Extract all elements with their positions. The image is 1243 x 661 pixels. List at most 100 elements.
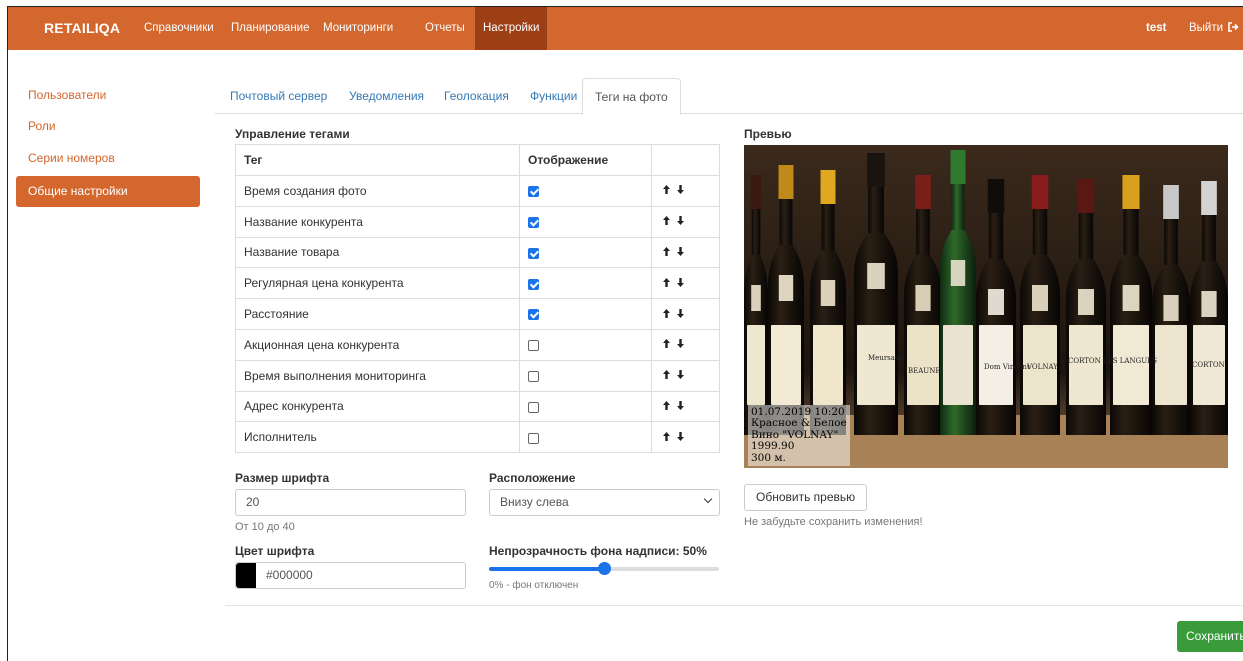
arrow-down-icon[interactable]	[676, 246, 685, 260]
bottle-label-text: VOLNAY	[1026, 363, 1058, 371]
arrow-up-icon[interactable]	[662, 337, 671, 352]
position-select[interactable]: Внизу слева	[489, 489, 720, 516]
arrow-down-icon[interactable]	[676, 308, 685, 322]
tag-name-cell: Исполнитель	[235, 421, 520, 454]
display-checkbox[interactable]	[528, 309, 539, 321]
arrow-down-icon[interactable]	[676, 277, 685, 291]
display-checkbox[interactable]	[528, 247, 539, 259]
display-checkbox[interactable]	[528, 432, 539, 444]
tab-functions[interactable]: Функции	[530, 78, 577, 114]
arrow-down-icon[interactable]	[676, 215, 685, 229]
save-reminder: Не забудьте сохранить изменения!	[744, 516, 923, 528]
font-size-input[interactable]: 20	[235, 489, 466, 516]
table-row: Исполнитель	[235, 421, 720, 454]
color-swatch[interactable]	[236, 563, 256, 588]
font-color-value: #000000	[266, 568, 313, 582]
tag-name-cell: Расстояние	[235, 298, 520, 330]
bottle-label-text: Meursault	[868, 354, 905, 362]
tab-photo-tags[interactable]: Теги на фото	[582, 78, 681, 115]
tag-management-title: Управление тегами	[235, 127, 350, 141]
display-checkbox[interactable]	[528, 340, 539, 352]
tab-mail-server[interactable]: Почтовый сервер	[230, 78, 327, 114]
order-cell	[651, 328, 720, 361]
display-checkbox[interactable]	[528, 217, 539, 229]
settings-tabs: Почтовый сервер Уведомления Геолокация Ф…	[215, 78, 1243, 115]
arrow-up-icon[interactable]	[662, 430, 671, 445]
display-checkbox[interactable]	[528, 371, 539, 382]
arrow-up-icon[interactable]	[662, 399, 671, 414]
tag-name-cell: Время выполнения мониторинга	[235, 359, 520, 392]
sidebar-item-general-settings[interactable]: Общие настройки	[16, 176, 200, 207]
arrow-up-icon[interactable]	[662, 276, 671, 291]
position-label: Расположение	[489, 471, 576, 485]
display-cell	[519, 205, 652, 238]
display-checkbox[interactable]	[528, 401, 539, 413]
order-cell	[651, 267, 720, 300]
sidebar-item-number-series[interactable]: Серии номеров	[16, 143, 200, 174]
position-select-value: Внизу слева	[500, 495, 569, 509]
tab-notifications[interactable]: Уведомления	[349, 78, 424, 114]
display-checkbox[interactable]	[528, 278, 539, 290]
font-color-input[interactable]: #000000	[235, 562, 466, 589]
logout-label: Выйти	[1189, 22, 1224, 34]
column-header-order	[651, 144, 720, 176]
arrow-up-icon[interactable]	[662, 183, 671, 198]
save-button[interactable]: Сохранить	[1177, 621, 1243, 652]
brand-logo[interactable]: RETAILIQA	[44, 7, 120, 50]
logout-link[interactable]: Выйти	[1189, 7, 1239, 50]
display-cell	[519, 421, 652, 454]
bottle-label-text: CORTON LES LA	[1192, 361, 1228, 369]
preview-title: Превью	[744, 127, 792, 141]
overlay-line: 1999.90	[751, 440, 795, 452]
nav-item-monitoring[interactable]: Мониторинги	[315, 7, 401, 50]
order-cell	[651, 359, 720, 392]
arrow-up-icon[interactable]	[662, 245, 671, 260]
chevron-down-icon	[703, 494, 713, 504]
order-cell	[651, 205, 720, 238]
tag-name-cell: Акционная цена конкурента	[235, 328, 520, 361]
table-row: Название товара	[235, 236, 720, 269]
tag-name-cell: Регулярная цена конкурента	[235, 267, 520, 300]
column-header-tag: Тег	[235, 144, 520, 176]
arrow-down-icon[interactable]	[676, 184, 685, 198]
tab-geolocation[interactable]: Геолокация	[444, 78, 509, 114]
nav-item-planning[interactable]: Планирование	[223, 7, 317, 50]
refresh-preview-button[interactable]: Обновить превью	[744, 484, 868, 511]
tag-name-cell: Название товара	[235, 236, 520, 269]
sign-out-icon	[1228, 22, 1239, 32]
app-window: RETAILIQA Справочники Планирование Монит…	[7, 6, 1243, 661]
order-cell	[651, 390, 720, 423]
overlay-line: Красное & Белое	[751, 417, 847, 429]
sidebar-item-roles[interactable]: Роли	[16, 111, 200, 142]
table-row: Регулярная цена конкурента	[235, 267, 720, 300]
nav-item-reports[interactable]: Отчеты	[417, 7, 473, 50]
arrow-down-icon[interactable]	[676, 431, 685, 445]
arrow-up-icon[interactable]	[662, 214, 671, 229]
tags-table: Тег Отображение Время создания фото Назва…	[235, 144, 720, 454]
arrow-down-icon[interactable]	[676, 400, 685, 414]
opacity-slider-thumb[interactable]	[598, 562, 611, 575]
nav-item-directories[interactable]: Справочники	[136, 7, 222, 50]
nav-item-settings[interactable]: Настройки	[475, 7, 548, 50]
opacity-slider[interactable]	[489, 562, 719, 575]
column-header-display: Отображение	[519, 144, 652, 176]
arrow-up-icon[interactable]	[662, 307, 671, 322]
bottle-label-text: BEAUNE	[908, 367, 940, 375]
sidebar-item-users[interactable]: Пользователи	[16, 80, 200, 111]
arrow-up-icon[interactable]	[662, 368, 671, 383]
bottle-label-text: Dom Vincent	[984, 363, 1030, 371]
bottle-label-text: CORTON LES LANGUES	[1068, 357, 1157, 365]
arrow-down-icon[interactable]	[676, 338, 685, 352]
arrow-down-icon[interactable]	[676, 369, 685, 383]
table-row: Расстояние	[235, 298, 720, 330]
opacity-label: Непрозрачность фона надписи: 50%	[489, 544, 707, 558]
display-cell	[519, 175, 652, 207]
user-name[interactable]: test	[1146, 7, 1166, 50]
display-cell	[519, 236, 652, 269]
font-color-label: Цвет шрифта	[235, 544, 315, 558]
overlay-line: 300 м.	[751, 451, 786, 464]
table-header-row: Тег Отображение	[235, 144, 720, 176]
display-checkbox[interactable]	[528, 186, 539, 198]
table-row: Время создания фото	[235, 175, 720, 207]
footer-divider	[225, 605, 1243, 606]
